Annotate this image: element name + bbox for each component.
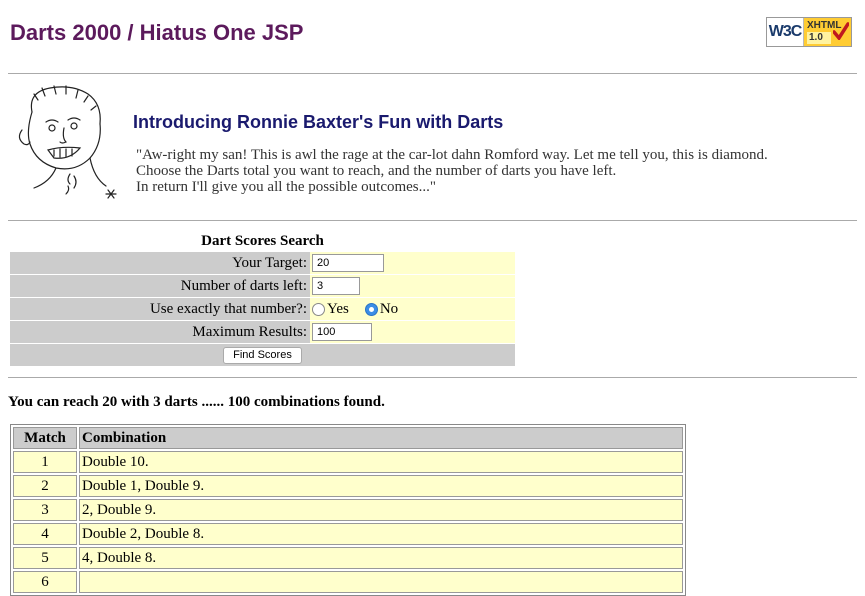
results-summary: You can reach 20 with 3 darts ...... 100… (8, 394, 385, 410)
results-table: Match Combination 1 Double 10. 2 Double 1,… (10, 424, 686, 596)
match-cell: 6 (13, 571, 77, 593)
exact-row: Use exactly that number?: Yes No (10, 298, 515, 321)
match-header: Match (13, 427, 77, 449)
table-row: 6 (13, 571, 683, 593)
submit-row: Find Scores (10, 344, 515, 366)
radio-checked-icon[interactable] (364, 302, 378, 316)
intro-line: Choose the Darts total you want to reach… (136, 163, 617, 179)
match-cell: 1 (13, 451, 77, 473)
divider (8, 73, 857, 74)
intro-heading: Introducing Ronnie Baxter's Fun with Dar… (133, 112, 504, 132)
combination-cell: Double 2, Double 8. (79, 523, 683, 545)
w3c-xhtml-badge[interactable]: W3C XHTML 1.0 (766, 17, 852, 47)
combination-cell: 4, Double 8. (79, 547, 683, 569)
target-input[interactable] (312, 254, 384, 272)
table-row: 3 2, Double 9. (13, 499, 683, 521)
max-results-label: Maximum Results: (10, 321, 310, 343)
combination-header: Combination (79, 427, 683, 449)
radio-unchecked-icon[interactable] (312, 302, 325, 316)
match-cell: 4 (13, 523, 77, 545)
yes-label: Yes (327, 300, 349, 317)
match-cell: 2 (13, 475, 77, 497)
match-cell: 5 (13, 547, 77, 569)
table-row: 1 Double 10. (13, 451, 683, 473)
max-results-row: Maximum Results: (10, 321, 515, 344)
table-row: 5 4, Double 8. (13, 547, 683, 569)
darts-left-label: Number of darts left: (10, 275, 310, 297)
intro-text: "Aw-right my san! This is awl the rage a… (136, 147, 856, 195)
no-label: No (379, 300, 399, 317)
darts-row: Number of darts left: (10, 275, 515, 298)
w3c-logo: W3C (767, 18, 804, 46)
search-form-title: Dart Scores Search (201, 233, 324, 249)
table-row: 4 Double 2, Double 8. (13, 523, 683, 545)
exact-no-radio[interactable]: No (364, 300, 399, 318)
combination-cell: Double 10. (79, 451, 683, 473)
site-title: Darts 2000 / Hiatus One JSP (10, 20, 304, 45)
intro-line: In return I'll give you all the possible… (136, 179, 437, 195)
exact-yes-radio[interactable]: Yes (312, 301, 349, 318)
xhtml-version: 1.0 (807, 32, 831, 44)
target-label: Your Target: (10, 252, 310, 274)
table-header-row: Match Combination (13, 427, 683, 449)
target-row: Your Target: (10, 252, 515, 275)
find-scores-button[interactable]: Find Scores (223, 346, 302, 364)
exact-label: Use exactly that number?: (10, 298, 310, 320)
divider (8, 220, 857, 221)
darts-left-input[interactable] (312, 277, 360, 295)
dart-scores-search-form: Dart Scores Search Your Target: Number o… (10, 230, 515, 366)
ronnie-baxter-sketch (18, 85, 117, 199)
divider (8, 377, 857, 378)
combination-cell: Double 1, Double 9. (79, 475, 683, 497)
max-results-input[interactable] (312, 323, 372, 341)
combination-cell: 2, Double 9. (79, 499, 683, 521)
combination-cell (79, 571, 683, 593)
table-row: 2 Double 1, Double 9. (13, 475, 683, 497)
intro-line: "Aw-right my san! This is awl the rage a… (136, 147, 768, 163)
checkmark-icon (833, 22, 849, 40)
match-cell: 3 (13, 499, 77, 521)
